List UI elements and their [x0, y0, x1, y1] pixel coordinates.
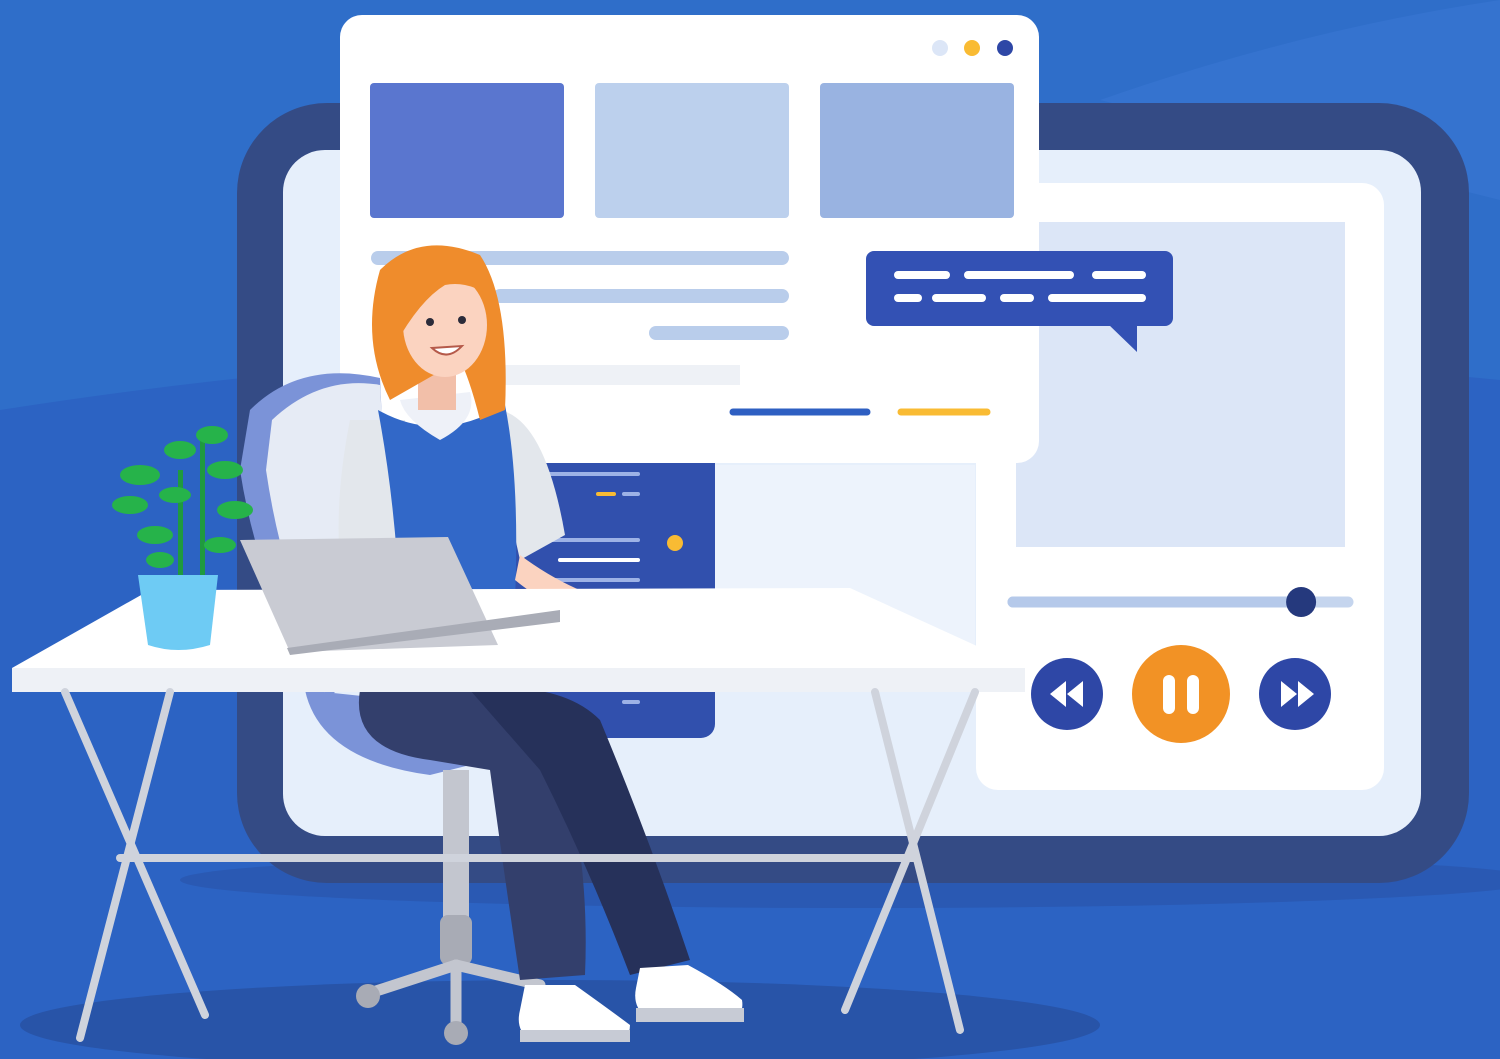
progress-knob[interactable] [1286, 587, 1317, 617]
rewind-button[interactable] [1031, 658, 1103, 730]
illustration-scene [0, 0, 1500, 1059]
chair-post-joint [440, 915, 472, 965]
window-dots-icon [932, 40, 1013, 56]
content-card [370, 83, 564, 218]
eye [426, 318, 434, 326]
illustration-canvas [0, 0, 1500, 1059]
content-card [595, 83, 789, 218]
fast-forward-button[interactable] [1259, 658, 1331, 730]
code-marker-dot [667, 535, 683, 551]
desk-edge [12, 668, 1025, 692]
eye [458, 316, 466, 324]
content-card [820, 83, 1014, 218]
pause-button[interactable] [1132, 645, 1230, 743]
plant-pot [138, 575, 218, 650]
fade-bar [500, 365, 740, 385]
